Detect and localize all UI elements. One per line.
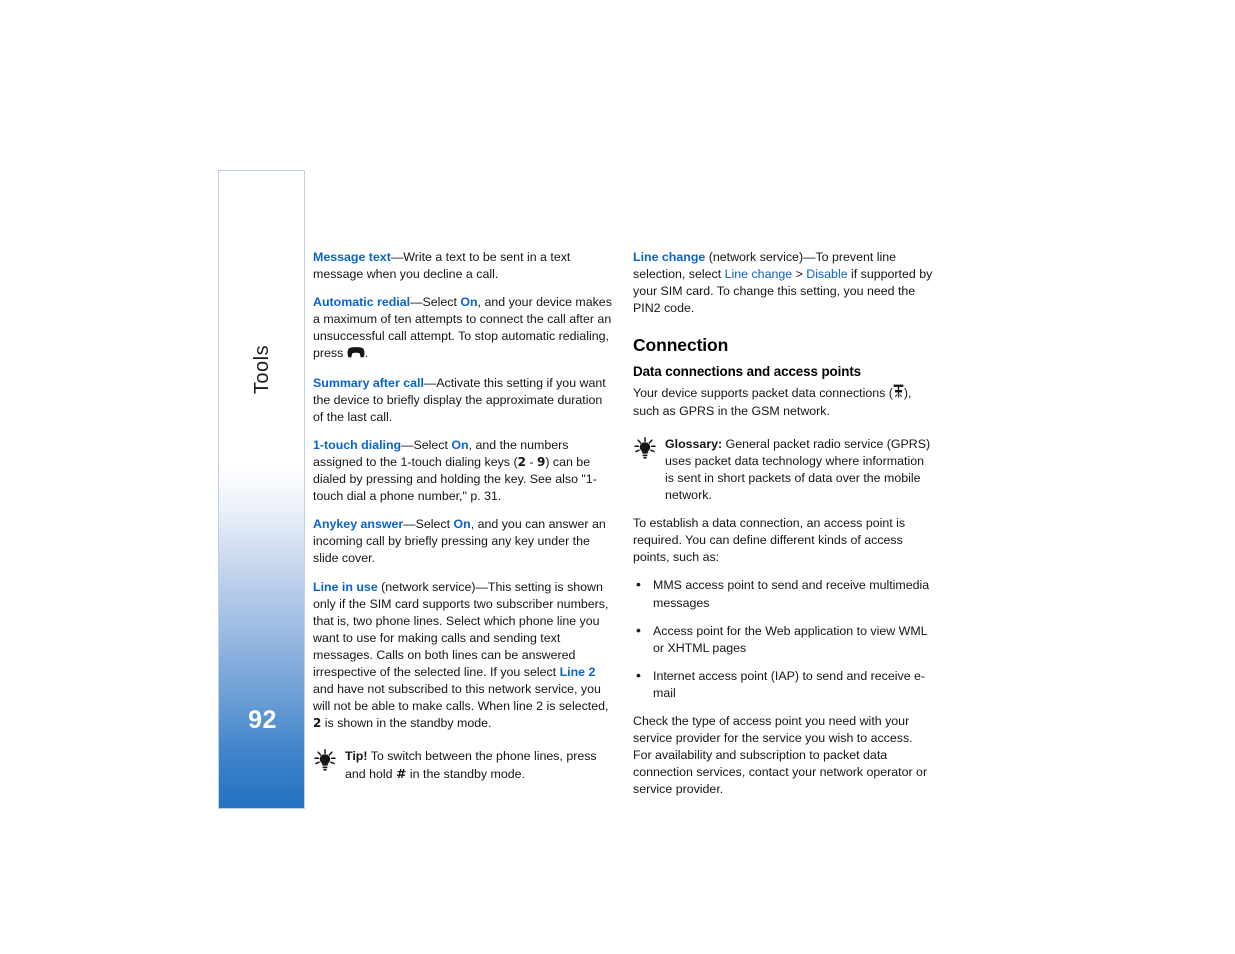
paragraph-summary-after-call: Summary after call—Activate this setting… bbox=[313, 375, 613, 426]
paragraph-access-point-intro: To establish a data connection, an acces… bbox=[633, 516, 906, 565]
list-item: MMS access point to send and receive mul… bbox=[633, 576, 933, 611]
paragraph-line-change: Line change (network service)—To prevent… bbox=[633, 249, 933, 317]
section-heading-connection: Connection bbox=[633, 335, 729, 356]
gprs-packet-data-icon bbox=[893, 384, 904, 403]
inline-term-disable: Disable bbox=[806, 267, 848, 282]
paragraph-message-text: Message text—Write a text to be sent in … bbox=[313, 249, 613, 283]
paragraph-1-touch-dialing: 1-touch dialing—Select On, and the numbe… bbox=[313, 437, 613, 505]
paragraph-automatic-redial: Automatic redial—Select On, and your dev… bbox=[313, 294, 613, 363]
inline-term-on: On bbox=[460, 295, 478, 310]
paragraph-packet-data-intro: Your device supports packet data connect… bbox=[633, 384, 933, 420]
chapter-thumb-tab: Tools 92 bbox=[218, 170, 305, 809]
term-line-in-use: Line in use bbox=[313, 579, 378, 594]
inline-term-line-2: Line 2 bbox=[559, 664, 596, 679]
term-line-change: Line change bbox=[633, 250, 706, 264]
glossary-label: Glossary: bbox=[665, 436, 723, 451]
body-automatic-redial-a: —Select bbox=[410, 295, 461, 310]
list-item: Internet access point (IAP) to send and … bbox=[633, 667, 933, 702]
page-number: 92 bbox=[248, 706, 277, 734]
line-change-separator: > bbox=[792, 267, 807, 282]
chapter-label-text: Tools bbox=[250, 344, 273, 395]
lightbulb-tip-icon bbox=[313, 748, 343, 777]
body-packet-data-intro-a: Your device supports packet data connect… bbox=[633, 385, 893, 400]
tip-note-body: Tip! To switch between the phone lines, … bbox=[343, 748, 613, 783]
inline-term-on: On bbox=[451, 437, 469, 452]
term-summary-after-call: Summary after call bbox=[313, 375, 424, 390]
right-text-column: Line change (network service)—To prevent… bbox=[633, 249, 933, 798]
body-line-in-use-b: and have not subscribed to this network … bbox=[313, 682, 609, 714]
paragraph-closing: Check the type of access point you need … bbox=[633, 713, 928, 797]
tip-text-b: in the standby mode. bbox=[406, 767, 525, 782]
paragraph-line-in-use: Line in use (network service)—This setti… bbox=[313, 579, 613, 733]
chapter-label: Tools bbox=[219, 171, 304, 394]
inline-term-line-change: Line change bbox=[724, 267, 793, 282]
term-1-touch-dialing: 1-touch dialing bbox=[313, 437, 402, 452]
term-anykey-answer: Anykey answer bbox=[313, 517, 404, 532]
sub-heading-data-connections: Data connections and access points bbox=[633, 364, 862, 380]
key-digit-2: 2 bbox=[517, 454, 526, 469]
key-hash: # bbox=[395, 766, 407, 782]
key-range-separator: - bbox=[525, 454, 537, 469]
body-line-in-use-c: is shown in the standby mode. bbox=[321, 716, 492, 731]
end-call-key-icon bbox=[347, 346, 365, 363]
term-automatic-redial: Automatic redial bbox=[313, 295, 411, 310]
glossary-note-body: Glossary: General packet radio service (… bbox=[663, 436, 933, 504]
body-automatic-redial-c: . bbox=[364, 346, 369, 361]
tip-note: Tip! To switch between the phone lines, … bbox=[313, 748, 613, 783]
tip-label: Tip! bbox=[345, 749, 368, 764]
paragraph-anykey-answer: Anykey answer—Select On, and you can ans… bbox=[313, 516, 613, 567]
access-point-type-list: MMS access point to send and receive mul… bbox=[633, 576, 933, 702]
inline-term-on: On bbox=[453, 517, 471, 532]
list-item: Access point for the Web application to … bbox=[633, 622, 933, 657]
term-message-text: Message text bbox=[313, 250, 391, 264]
glossary-note: Glossary: General packet radio service (… bbox=[633, 436, 933, 504]
lightbulb-tip-icon bbox=[633, 436, 663, 465]
body-1-touch-dialing-a: —Select bbox=[401, 437, 452, 452]
body-anykey-answer-a: —Select bbox=[403, 517, 454, 532]
left-text-column: Message text—Write a text to be sent in … bbox=[313, 249, 613, 795]
